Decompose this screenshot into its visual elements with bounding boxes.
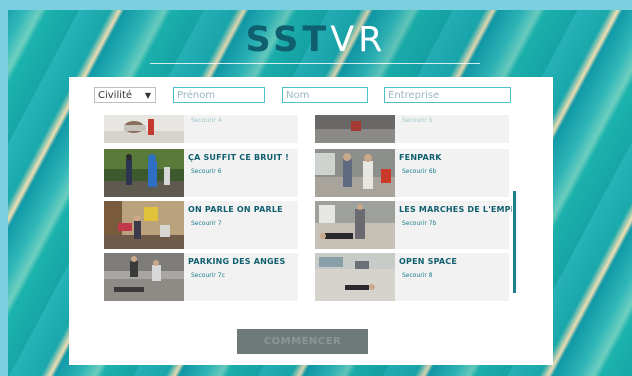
scenario-list: Secourir 4 Secourir 5 ÇA SUFFIT CE BRUIT… (104, 115, 512, 351)
scenario-card[interactable]: FENPARK Secourir 6b (315, 149, 509, 197)
prenom-input[interactable] (173, 87, 265, 103)
entreprise-input[interactable] (384, 87, 511, 103)
scenario-title: FENPARK (399, 153, 442, 162)
scenario-subtitle: Secourir 7b (402, 220, 437, 227)
scenario-thumbnail (315, 253, 395, 301)
chevron-down-icon: ▼ (144, 91, 151, 100)
scenario-title: OPEN SPACE (399, 257, 458, 266)
scenario-thumbnail (104, 149, 184, 197)
scenario-thumbnail (104, 201, 184, 249)
scenario-subtitle: Secourir 6 (191, 168, 222, 175)
scenario-card[interactable]: ON PARLE ON PARLE Secourir 7 (104, 201, 298, 249)
nom-input[interactable] (282, 87, 368, 103)
filter-bar: Civilité ▼ (69, 87, 553, 105)
scenario-subtitle: Secourir 8 (402, 272, 433, 279)
civilite-value: Civilité (98, 90, 133, 101)
scenario-subtitle: Secourir 6b (402, 168, 437, 175)
commencer-button[interactable]: COMMENCER (237, 329, 368, 354)
scenario-subtitle: Secourir 4 (191, 117, 222, 124)
main-panel: Civilité ▼ Secourir 4 (69, 77, 553, 365)
civilite-select[interactable]: Civilité ▼ (94, 87, 156, 103)
scenario-title: ON PARLE ON PARLE (188, 205, 283, 214)
scenario-card[interactable]: Secourir 4 (104, 115, 298, 143)
scenario-title: LES MARCHES DE L'EMPEREUR (399, 205, 512, 214)
scenario-card[interactable]: ÇA SUFFIT CE BRUIT ! Secourir 6 (104, 149, 298, 197)
scenario-subtitle: Secourir 7c (191, 272, 225, 279)
scenario-thumbnail (315, 201, 395, 249)
logo-part-sst: SST (245, 20, 331, 60)
scenario-title: PARKING DES ANGES (188, 257, 286, 266)
scenario-card[interactable]: Secourir 5 (315, 115, 509, 143)
scenario-subtitle: Secourir 7 (191, 220, 222, 227)
scenario-card[interactable]: OPEN SPACE Secourir 8 (315, 253, 509, 301)
scenario-title: ÇA SUFFIT CE BRUIT ! (188, 153, 289, 162)
logo-part-vr: VR (330, 20, 387, 60)
scenario-thumbnail (315, 115, 395, 143)
scenario-thumbnail (104, 115, 184, 143)
scenario-subtitle: Secourir 5 (402, 117, 433, 124)
scenario-thumbnail (315, 149, 395, 197)
scenario-card[interactable]: LES MARCHES DE L'EMPEREUR Secourir 7b (315, 201, 512, 249)
app-logo: SSTVR (0, 20, 632, 60)
scenario-thumbnail (104, 253, 184, 301)
logo-underline (150, 63, 480, 64)
list-scrollbar[interactable] (513, 191, 516, 293)
scenario-card[interactable]: PARKING DES ANGES Secourir 7c (104, 253, 298, 301)
